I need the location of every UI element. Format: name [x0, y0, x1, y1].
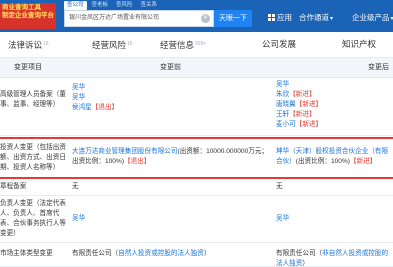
row-before: 吴华 吴华 侯鸿星【退出】 — [72, 83, 272, 113]
search-tab-boss[interactable]: 查老板 — [89, 1, 112, 10]
grid-icon — [268, 14, 275, 21]
row-item-line: 额、出资方式、出资日 — [0, 154, 66, 161]
header-item: 变更项目 — [14, 64, 42, 71]
row-item: 章程备案 — [0, 183, 27, 190]
tab-legal-label: 法律诉讼 — [8, 40, 43, 50]
row-before: 吴华 — [72, 214, 272, 224]
company-type-suffix: ） — [203, 250, 211, 257]
tab-ip-label: 知识产权 — [342, 39, 377, 49]
person-link[interactable]: 王轩 — [276, 111, 289, 118]
exit-tag: 【退出】 — [91, 104, 119, 111]
row-item: 投资人变更（包括出资 额、出资方式、出资日 期、投资人名称等） — [0, 143, 66, 173]
header-before: 变更前 — [160, 64, 181, 71]
row-before: 大连万达商业管理集团股份有限公司(出资额：10000.000000万元；出资比例… — [72, 147, 272, 167]
nav-apps-label: 应用 — [277, 13, 292, 22]
row-item: 负责人变更（法定代表 人、负责人、首席代 表、合伙事务执行人等 变更） — [0, 199, 66, 239]
nav-cooperation[interactable]: 合作通道▾ — [299, 11, 333, 26]
person-link[interactable]: 吴华 — [276, 81, 289, 88]
row-item-line: 高级管理人员备案（董 — [0, 91, 66, 98]
person-link[interactable]: 唐晓翼 — [276, 101, 296, 108]
person-link[interactable]: 麦小可 — [276, 121, 296, 128]
investor-link[interactable]: 大连万达商业管理集团股份有限公司 — [72, 148, 178, 155]
tab-legal-count: 18 — [43, 41, 49, 47]
row-after: 无 — [276, 183, 283, 190]
row-item-line: 期、投资人名称等） — [0, 164, 60, 171]
company-type-prefix: 有限责任公司（ — [72, 250, 119, 257]
company-type-prefix: 有限责任公司（ — [276, 250, 323, 257]
table-header: 变更项目 变更前 变更后 — [0, 58, 393, 78]
nav-enterprise[interactable]: 企业级产品▾ — [352, 11, 393, 26]
logo-line-2: 制定企业查询平台 — [2, 12, 54, 19]
investment-detail: (出资比例：100%) — [295, 158, 351, 165]
person-link[interactable]: 吴华 — [72, 84, 85, 91]
new-tag: 【新进】 — [350, 158, 377, 165]
table-row: 高级管理人员备案（董 事、监事、经理等） 吴华 吴华 侯鸿星【退出】 吴华 朱欣… — [0, 78, 393, 136]
search-tab-relation[interactable]: 查关系 — [138, 1, 161, 10]
tab-risk-count: 16 — [127, 41, 133, 47]
person-link[interactable]: 吴华 — [72, 215, 85, 222]
table-row: 章程备案 无 无 — [0, 179, 393, 196]
nav-apps[interactable]: 应用 — [268, 11, 292, 25]
row-item-line: 投资人变更（包括出资 — [0, 144, 66, 151]
table-row-highlighted: 投资人变更（包括出资 额、出资方式、出资日 期、投资人名称等） 大连万达商业管理… — [0, 137, 393, 179]
top-header: 商业查询工具 制定企业查询平台 查公司 查老板 查风险 查关系 银川金凤区万达广… — [0, 0, 393, 32]
new-tag: 【新进】 — [289, 111, 316, 118]
row-after: 坤华（天津）股权投资合伙企业（有限合伙）(出资比例：100%)【新进】 — [276, 147, 393, 167]
nav-enterprise-label: 企业级产品 — [352, 13, 390, 22]
row-item-line: 负责人变更（法定代表 — [0, 200, 66, 207]
row-item-line: 事、监事、经理等） — [0, 101, 60, 108]
row-before: 无 — [72, 183, 79, 190]
tab-risk-label: 经营风险 — [92, 40, 127, 50]
nav-cooperation-label: 合作通道 — [299, 13, 329, 22]
row-item: 高级管理人员备案（董 事、监事、经理等） — [0, 90, 66, 110]
tab-development[interactable]: 公司发展 — [262, 38, 296, 50]
row-item-line: 变更） — [0, 230, 20, 237]
search-button[interactable]: 天眼一下 — [214, 10, 252, 27]
exit-tag: 【退出】 — [124, 158, 151, 165]
row-item-line: 表、合伙事务执行人等 — [0, 220, 66, 227]
new-tag: 【新进】 — [295, 101, 323, 108]
search-type-tabs: 查公司 查老板 查风险 查关系 — [64, 1, 160, 10]
logo-line-1: 商业查询工具 — [2, 4, 41, 11]
clear-icon[interactable]: ✕ — [201, 14, 210, 23]
table-row: 市场主体类型变更 有限责任公司（自然人投资或控股的法人独资） 有限责任公司（非自… — [0, 243, 393, 267]
header-after: 变更后 — [368, 64, 389, 71]
tab-risk[interactable]: 经营风险16 — [92, 38, 133, 51]
search-tab-company[interactable]: 查公司 — [64, 1, 87, 10]
row-before: 有限责任公司（自然人投资或控股的法人独资） — [72, 249, 272, 259]
site-logo[interactable]: 商业查询工具 制定企业查询平台 — [0, 3, 56, 29]
person-link[interactable]: 朱欣 — [276, 91, 289, 98]
person-link[interactable]: 吴华 — [276, 215, 289, 222]
chevron-down-icon: ▾ — [330, 16, 334, 22]
row-after: 吴华 — [276, 214, 393, 224]
new-tag: 【新进】 — [295, 121, 323, 128]
new-tag: 【新进】 — [289, 91, 316, 98]
row-item: 市场主体类型变更 — [0, 250, 53, 257]
table-row: 负责人变更（法定代表 人、负责人、首席代 表、合伙事务执行人等 变更） 吴华 吴… — [0, 196, 393, 243]
section-nav: 法律诉讼18 经营风险16 经营信息999+ 公司发展 知识产权 — [0, 32, 393, 58]
tab-business-count: 999+ — [195, 41, 207, 47]
tab-legal[interactable]: 法律诉讼18 — [8, 38, 49, 51]
company-type-suffix: ） — [302, 260, 309, 267]
row-after: 有限责任公司（非自然人投资或控股的法人独资） — [276, 249, 393, 267]
tab-business-label: 经营信息 — [160, 40, 195, 50]
tab-development-label: 公司发展 — [262, 39, 297, 49]
person-link[interactable]: 侯鸿星 — [72, 104, 92, 111]
row-after: 吴华 朱欣【新进】 唐晓翼【新进】 王轩【新进】 麦小可【新进】 — [276, 80, 393, 130]
tab-ip[interactable]: 知识产权 — [342, 38, 376, 50]
search-tab-risk[interactable]: 查风险 — [113, 1, 136, 10]
tab-business[interactable]: 经营信息999+ — [160, 38, 206, 51]
row-item-line: 人、负责人、首席代 — [0, 210, 60, 217]
person-link[interactable]: 吴华 — [72, 94, 85, 101]
company-type-link[interactable]: 自然人投资或控股的法人独资 — [118, 250, 204, 257]
search-input[interactable]: 银川金凤区万达广场置业有限公司 — [64, 10, 214, 27]
